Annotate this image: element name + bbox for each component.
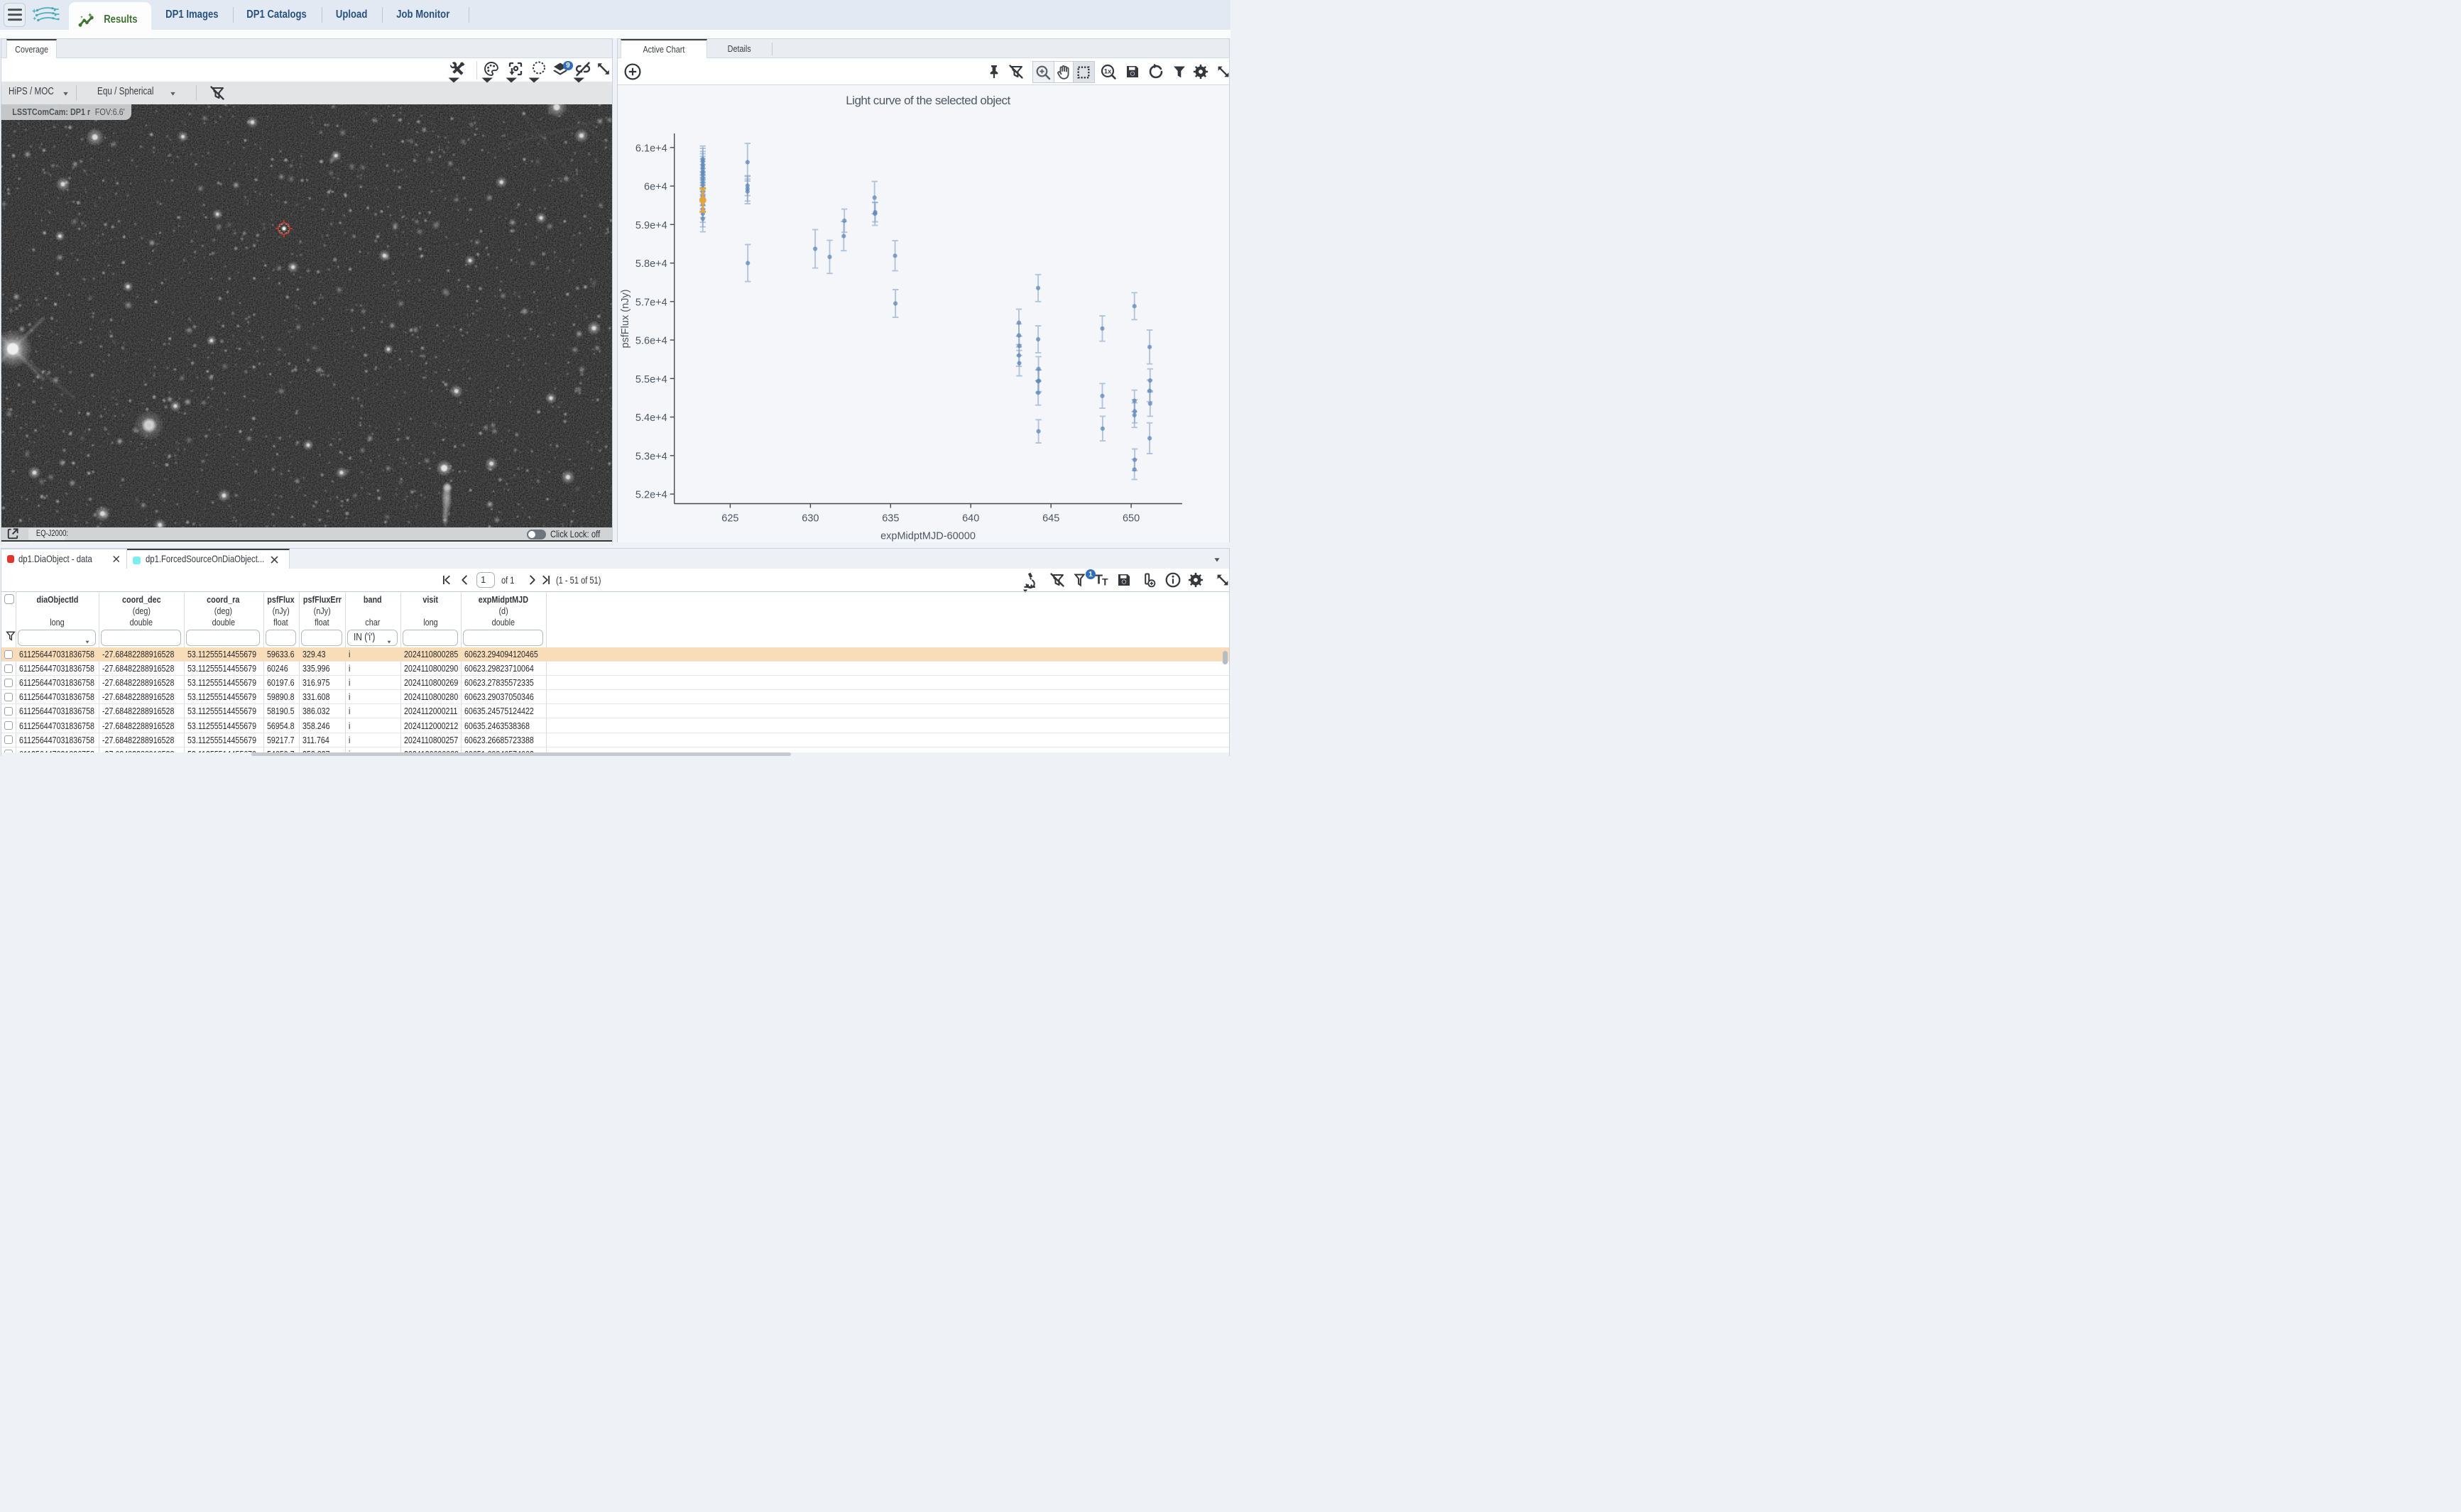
svg-text:640: 640 xyxy=(962,513,979,524)
svg-text:6.1e+4: 6.1e+4 xyxy=(635,143,667,154)
svg-text:635: 635 xyxy=(882,513,899,524)
svg-text:5.6e+4: 5.6e+4 xyxy=(635,335,667,346)
svg-text:5.8e+4: 5.8e+4 xyxy=(635,258,667,270)
svg-text:Light curve of the selected ob: Light curve of the selected object xyxy=(846,94,1010,107)
svg-text:5.4e+4: 5.4e+4 xyxy=(635,412,667,424)
svg-text:630: 630 xyxy=(802,513,819,524)
svg-text:expMidptMJD-60000: expMidptMJD-60000 xyxy=(880,530,976,542)
svg-text:645: 645 xyxy=(1042,513,1059,524)
svg-text:6e+4: 6e+4 xyxy=(644,181,667,192)
svg-text:T: T xyxy=(1102,576,1108,588)
svg-text:5.2e+4: 5.2e+4 xyxy=(635,489,667,500)
svg-text:650: 650 xyxy=(1122,513,1139,524)
svg-text:5.7e+4: 5.7e+4 xyxy=(635,297,667,308)
svg-text:psfFlux (nJy): psfFlux (nJy) xyxy=(620,289,631,348)
svg-text:5.3e+4: 5.3e+4 xyxy=(635,451,667,462)
svg-text:5.9e+4: 5.9e+4 xyxy=(635,219,667,231)
svg-text:625: 625 xyxy=(721,513,738,524)
svg-text:5.5e+4: 5.5e+4 xyxy=(635,373,667,385)
svg-text:1x: 1x xyxy=(1104,67,1112,75)
